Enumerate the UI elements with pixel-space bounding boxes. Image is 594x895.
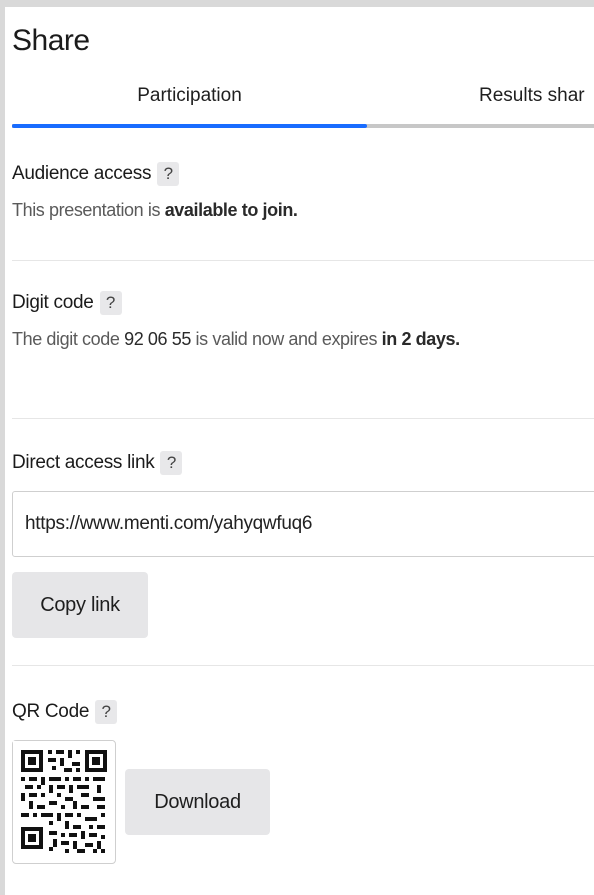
qr-code-icon xyxy=(13,741,113,861)
digit-code-section: Digit code ? The digit code 92 06 55 is … xyxy=(12,291,594,350)
direct-link-help-icon[interactable]: ? xyxy=(160,451,183,475)
digit-code-text-prefix: The digit code xyxy=(12,329,125,349)
qr-code-label: QR Code ? xyxy=(12,700,594,724)
qr-code-image xyxy=(12,740,116,864)
audience-access-title: Audience access xyxy=(12,163,152,184)
digit-code-help-icon[interactable]: ? xyxy=(99,291,122,315)
download-qr-button[interactable]: Download xyxy=(125,769,270,835)
active-tab-indicator xyxy=(12,124,367,128)
digit-code-title: Digit code xyxy=(12,292,94,313)
direct-link-label: Direct access link ? xyxy=(12,451,594,475)
qr-code-help-icon[interactable]: ? xyxy=(95,700,118,724)
qr-code-title: QR Code xyxy=(12,701,90,722)
digit-code-expiry: in 2 days. xyxy=(381,329,460,349)
divider xyxy=(12,665,594,666)
direct-link-title: Direct access link xyxy=(12,452,155,473)
audience-access-text: This presentation is xyxy=(12,200,165,220)
direct-link-field[interactable]: https://www.menti.com/yahyqwfuq6 xyxy=(12,491,594,557)
audience-access-description: This presentation is available to join. xyxy=(12,200,594,221)
direct-link-section: Direct access link ? xyxy=(12,451,594,475)
tab-participation[interactable]: Participation xyxy=(12,79,367,123)
page-title: Share xyxy=(12,24,90,57)
audience-access-help-icon[interactable]: ? xyxy=(157,162,180,186)
tab-bar: Participation Results shar xyxy=(12,79,594,131)
digit-code-text-middle: is valid now and expires xyxy=(190,329,382,349)
copy-link-button[interactable]: Copy link xyxy=(12,572,148,638)
digit-code-label: Digit code ? xyxy=(12,291,594,315)
divider xyxy=(12,418,594,419)
divider xyxy=(12,260,594,261)
audience-access-section: Audience access ? This presentation is a… xyxy=(12,162,594,221)
digit-code-description: The digit code 92 06 55 is valid now and… xyxy=(12,329,594,350)
audience-access-status: available to join. xyxy=(164,200,298,220)
digit-code-value: 92 06 55 xyxy=(124,329,191,349)
audience-access-label: Audience access ? xyxy=(12,162,594,186)
share-panel: Share Participation Results shar Audienc… xyxy=(5,7,594,895)
qr-code-section: QR Code ? xyxy=(12,700,594,724)
tab-results-sharing[interactable]: Results shar xyxy=(367,79,594,123)
